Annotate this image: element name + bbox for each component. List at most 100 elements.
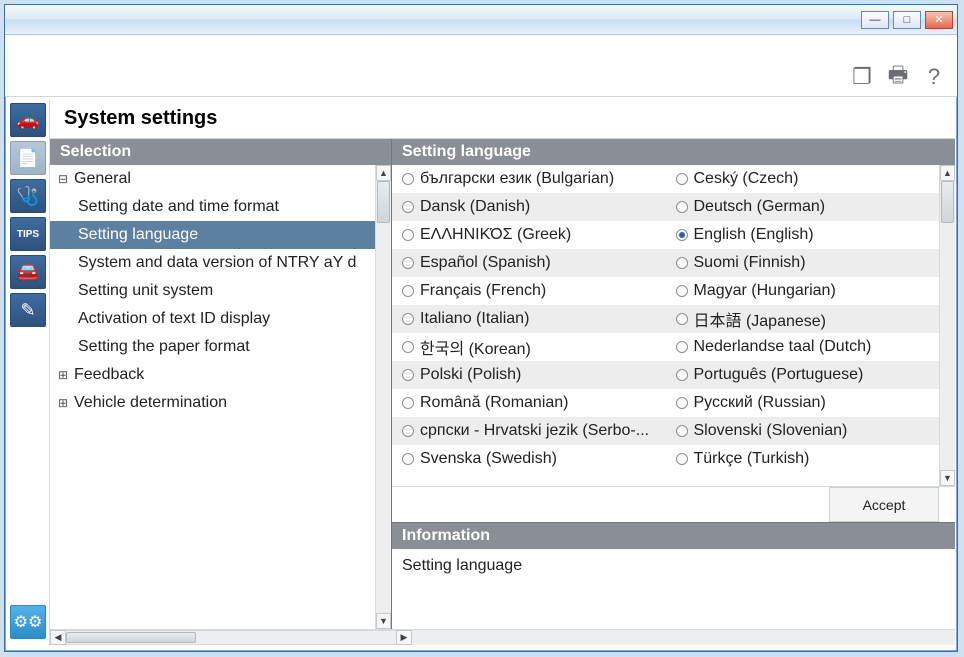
- tree-group[interactable]: ⊞Vehicle determination: [50, 389, 375, 417]
- tree-group[interactable]: ⊞Feedback: [50, 361, 375, 389]
- accept-button[interactable]: Accept: [829, 487, 939, 522]
- settings-gear-button[interactable]: ⚙⚙: [10, 605, 46, 639]
- language-option[interactable]: Français (French): [392, 277, 666, 305]
- vehicle-icon[interactable]: 🚗: [10, 103, 46, 137]
- language-row: српски - Hrvatski jezik (Serbo-... Sloven…: [392, 417, 939, 445]
- language-option[interactable]: Polski (Polish): [392, 361, 666, 389]
- vehicle2-icon[interactable]: 🚘: [10, 255, 46, 289]
- radio-icon[interactable]: [402, 425, 414, 437]
- language-label: Ceský (Czech): [694, 170, 799, 188]
- tips-icon[interactable]: TIPS: [10, 217, 46, 251]
- radio-icon[interactable]: [676, 453, 688, 465]
- scroll-up-icon[interactable]: ▲: [376, 165, 391, 181]
- language-option[interactable]: српски - Hrvatski jezik (Serbo-...: [392, 417, 666, 445]
- scroll-up-icon[interactable]: ▲: [940, 165, 955, 181]
- language-option[interactable]: Magyar (Hungarian): [666, 277, 940, 305]
- app-window: — □ ✕ ❐ 🖶 ? 🚗 📄 🩺 TIPS 🚘 ✎ ⚙⚙ System settings…: [4, 4, 958, 652]
- page-title: System settings: [50, 99, 955, 139]
- language-row: Română (Romanian) Русский (Russian): [392, 389, 939, 417]
- language-option[interactable]: Deutsch (German): [666, 193, 940, 221]
- radio-icon[interactable]: [402, 229, 414, 241]
- radio-icon[interactable]: [402, 397, 414, 409]
- help-icon[interactable]: ?: [923, 64, 945, 90]
- language-option[interactable]: 日本語 (Japanese): [666, 305, 940, 333]
- language-option[interactable]: Türkçe (Turkish): [666, 445, 940, 473]
- collapse-icon[interactable]: ⊟: [56, 172, 70, 186]
- language-option[interactable]: Español (Spanish): [392, 249, 666, 277]
- language-label: български език (Bulgarian): [420, 170, 614, 188]
- window-maximize-button[interactable]: □: [893, 11, 921, 29]
- radio-icon[interactable]: [676, 425, 688, 437]
- scroll-down-icon[interactable]: ▼: [940, 470, 955, 486]
- radio-icon[interactable]: [402, 285, 414, 297]
- language-option[interactable]: Português (Portuguese): [666, 361, 940, 389]
- scroll-thumb[interactable]: [941, 181, 954, 223]
- tree-item[interactable]: Setting date and time format: [50, 193, 375, 221]
- window-close-button[interactable]: ✕: [925, 11, 953, 29]
- tree-item-label: System and data version of NTRY aY d: [78, 254, 356, 272]
- radio-icon[interactable]: [676, 201, 688, 213]
- language-row: Svenska (Swedish) Türkçe (Turkish): [392, 445, 939, 473]
- language-label: 日本語 (Japanese): [694, 307, 827, 331]
- h-scroll-thumb[interactable]: [66, 632, 196, 643]
- tree-item[interactable]: Setting the paper format: [50, 333, 375, 361]
- radio-icon[interactable]: [402, 313, 414, 325]
- radio-icon[interactable]: [402, 257, 414, 269]
- window-minimize-button[interactable]: —: [861, 11, 889, 29]
- language-option[interactable]: Italiano (Italian): [392, 305, 666, 333]
- language-option[interactable]: Suomi (Finnish): [666, 249, 940, 277]
- tree-item[interactable]: System and data version of NTRY aY d: [50, 249, 375, 277]
- language-option[interactable]: Svenska (Swedish): [392, 445, 666, 473]
- copy-icon[interactable]: ❐: [851, 64, 873, 90]
- work-area: System settings Selection ⊟GeneralSettin…: [49, 99, 955, 645]
- radio-icon[interactable]: [676, 397, 688, 409]
- language-option[interactable]: български език (Bulgarian): [392, 165, 666, 193]
- radio-icon[interactable]: [676, 369, 688, 381]
- language-option[interactable]: Dansk (Danish): [392, 193, 666, 221]
- print-icon[interactable]: 🖶: [887, 64, 909, 90]
- horizontal-scrollbar[interactable]: ◀ ▶: [50, 629, 955, 645]
- radio-icon[interactable]: [676, 173, 688, 185]
- tree-scrollbar[interactable]: ▲ ▼: [375, 165, 391, 629]
- language-option[interactable]: 한국의 (Korean): [392, 333, 666, 361]
- scroll-thumb[interactable]: [377, 181, 390, 223]
- tree-item[interactable]: Setting unit system: [50, 277, 375, 305]
- language-label: Nederlandse taal (Dutch): [694, 338, 872, 356]
- scroll-down-icon[interactable]: ▼: [376, 613, 391, 629]
- language-label: Русский (Russian): [694, 394, 826, 412]
- pen-icon[interactable]: ✎: [10, 293, 46, 327]
- language-option[interactable]: Slovenski (Slovenian): [666, 417, 940, 445]
- scroll-right-icon[interactable]: ▶: [396, 630, 412, 645]
- tree-item[interactable]: Setting language: [50, 221, 375, 249]
- scroll-left-icon[interactable]: ◀: [50, 630, 66, 645]
- language-option[interactable]: Nederlandse taal (Dutch): [666, 333, 940, 361]
- radio-icon[interactable]: [676, 285, 688, 297]
- radio-icon[interactable]: [402, 341, 414, 353]
- language-option[interactable]: Ceský (Czech): [666, 165, 940, 193]
- radio-icon[interactable]: [676, 257, 688, 269]
- radio-icon[interactable]: [676, 229, 688, 241]
- language-label: Svenska (Swedish): [420, 450, 557, 468]
- document-icon[interactable]: 📄: [10, 141, 46, 175]
- radio-icon[interactable]: [402, 201, 414, 213]
- language-option[interactable]: Русский (Russian): [666, 389, 940, 417]
- language-scrollbar[interactable]: ▲ ▼: [939, 165, 955, 486]
- diag-icon[interactable]: 🩺: [10, 179, 46, 213]
- radio-icon[interactable]: [676, 341, 688, 353]
- content-area: 🚗 📄 🩺 TIPS 🚘 ✎ ⚙⚙ System settings Selection ⊟…: [7, 99, 955, 645]
- language-label: Slovenski (Slovenian): [694, 422, 848, 440]
- selection-header: Selection: [50, 139, 391, 165]
- language-option[interactable]: Română (Romanian): [392, 389, 666, 417]
- expand-icon[interactable]: ⊞: [56, 396, 70, 410]
- radio-icon[interactable]: [676, 313, 688, 325]
- language-option[interactable]: English (English): [666, 221, 940, 249]
- radio-icon[interactable]: [402, 173, 414, 185]
- radio-icon[interactable]: [402, 453, 414, 465]
- language-label: English (English): [694, 226, 814, 244]
- tree-item[interactable]: Activation of text ID display: [50, 305, 375, 333]
- information-header: Information: [392, 523, 955, 549]
- language-option[interactable]: ΕΛΛΗΝΙΚΌΣ (Greek): [392, 221, 666, 249]
- expand-icon[interactable]: ⊞: [56, 368, 70, 382]
- radio-icon[interactable]: [402, 369, 414, 381]
- tree-group[interactable]: ⊟General: [50, 165, 375, 193]
